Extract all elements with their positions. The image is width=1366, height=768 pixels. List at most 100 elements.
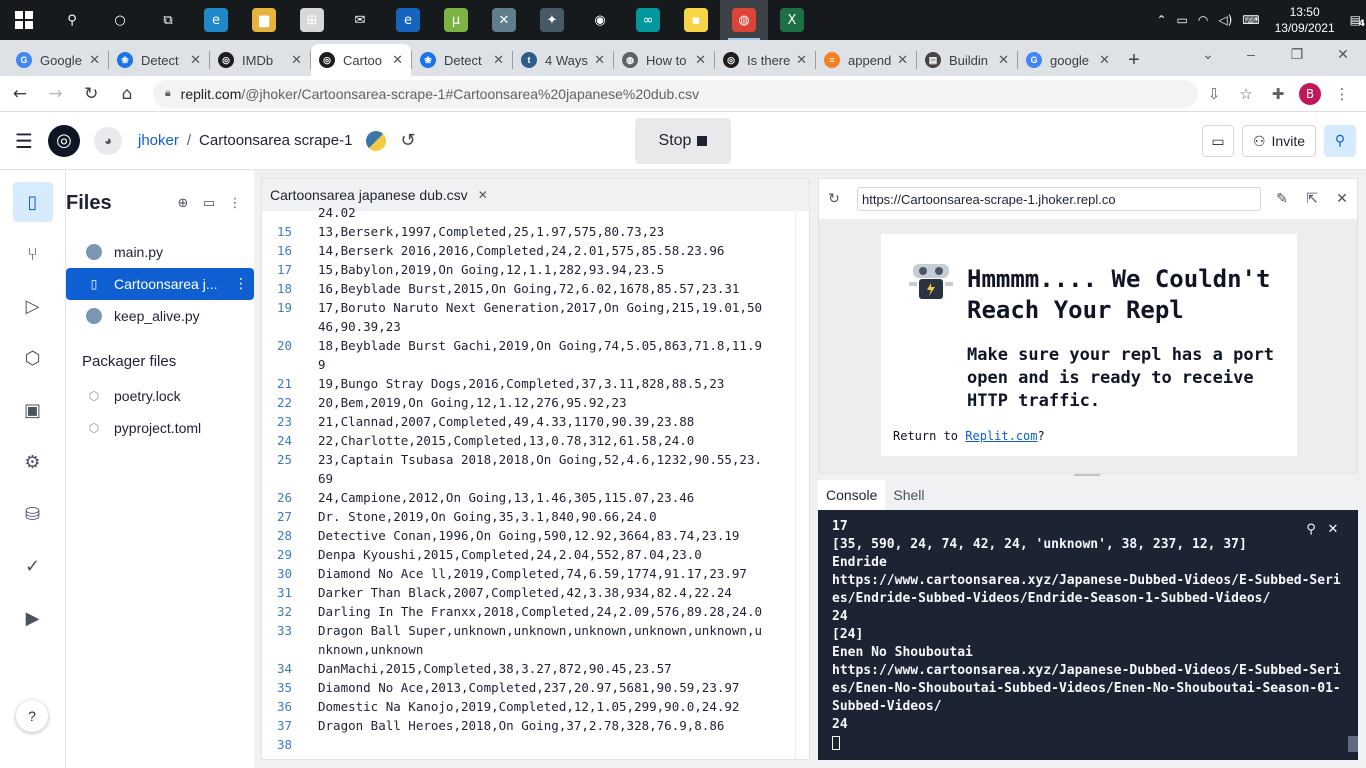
horizontal-resize-handle[interactable] <box>1074 474 1100 476</box>
home-icon[interactable]: ⌂ <box>111 78 143 110</box>
forward-icon[interactable]: → <box>40 78 72 110</box>
volume-icon[interactable]: ◁) <box>1218 13 1232 27</box>
taskbar-app[interactable]: ✉ <box>336 0 384 40</box>
taskbar-app[interactable]: e <box>384 0 432 40</box>
console-scrollbar[interactable] <box>1348 736 1358 752</box>
file-item[interactable]: keep_alive.py <box>66 300 254 332</box>
replit-logo[interactable]: ◎ <box>48 124 80 157</box>
browser-tab[interactable]: ◎ Cartoo ✕ <box>311 44 411 76</box>
console-cursor[interactable] <box>832 736 840 750</box>
taskbar-app[interactable]: ⊞ <box>288 0 336 40</box>
taskbar-app[interactable]: ▪ <box>672 0 720 40</box>
secrets-lock-icon[interactable]: ▣ <box>13 390 53 430</box>
file-options-icon[interactable]: ⋮ <box>234 276 248 292</box>
browser-tab[interactable]: ❀ Detect ✕ <box>412 44 512 76</box>
address-bar[interactable]: 🔒︎ replit.com/@jhoker/Cartoonsarea-scrap… <box>152 79 1199 108</box>
packages-icon[interactable]: ⬡ <box>13 338 53 378</box>
menu-icon[interactable]: ☰ <box>0 129 48 153</box>
keyboard-icon[interactable]: ⌨ <box>1242 13 1259 27</box>
chevron-up-icon[interactable]: ⌃ <box>1156 13 1166 27</box>
back-icon[interactable]: ← <box>4 78 36 110</box>
close-tab-icon[interactable]: ✕ <box>392 52 403 68</box>
debugger-icon[interactable]: ▷ <box>13 286 53 326</box>
windows-start-button[interactable] <box>0 0 48 40</box>
browser-tab[interactable]: ◎ Is there ✕ <box>715 44 815 76</box>
chat-icon[interactable]: ▭ <box>1201 125 1234 157</box>
close-tab-icon[interactable]: ✕ <box>478 188 488 202</box>
new-tab-button[interactable]: + <box>1118 44 1150 76</box>
taskbar-app[interactable]: ○ <box>96 0 144 40</box>
file-item[interactable]: ▯ Cartoonsarea j... ⋮ <box>66 268 254 300</box>
close-tab-icon[interactable]: ✕ <box>1099 52 1110 68</box>
clock[interactable]: 13:50 13/09/2021 <box>1275 4 1335 36</box>
refresh-icon[interactable]: ↻ <box>819 191 849 207</box>
lock-icon[interactable]: 🔒︎ <box>165 87 171 100</box>
edit-pencil-icon[interactable]: ✎ <box>1267 191 1297 207</box>
webview-url-field[interactable]: https://Cartoonsarea-scrape-1.jhoker.rep… <box>857 187 1261 211</box>
replit-home-link[interactable]: Replit.com <box>965 429 1037 443</box>
file-item[interactable]: main.py <box>66 236 254 268</box>
close-tab-icon[interactable]: ✕ <box>594 52 605 68</box>
version-control-icon[interactable]: ⑂ <box>13 234 53 274</box>
browser-tab[interactable]: ◎ IMDb ✕ <box>210 44 310 76</box>
browser-tab[interactable]: ≡ append ✕ <box>816 44 916 76</box>
search-icon[interactable]: ⚲ <box>1324 125 1356 157</box>
settings-gear-icon[interactable]: ⚙ <box>13 442 53 482</box>
taskbar-app[interactable]: ✦ <box>528 0 576 40</box>
notifications-icon[interactable]: ▤ 4 <box>1350 13 1365 29</box>
invite-button[interactable]: ⚇ Invite <box>1241 125 1316 157</box>
maximize-icon[interactable]: ❐ <box>1274 40 1320 68</box>
console-search-icon[interactable]: ⚲ <box>1300 518 1322 540</box>
breadcrumb-user[interactable]: jhoker <box>138 132 179 149</box>
minimize-icon[interactable]: – <box>1228 40 1274 68</box>
panel-resize-handle-right[interactable] <box>812 178 816 760</box>
taskbar-app[interactable]: ◍ <box>720 0 768 40</box>
browser-tab[interactable]: ◍ How to ✕ <box>614 44 714 76</box>
close-tab-icon[interactable]: ✕ <box>89 52 100 68</box>
close-tab-icon[interactable]: ✕ <box>695 52 706 68</box>
editor-scrollbar[interactable] <box>795 211 809 759</box>
taskbar-app[interactable]: X <box>768 0 816 40</box>
extensions-icon[interactable]: ✚ <box>1262 78 1294 110</box>
console-body[interactable]: ⚲ ✕ 17 [35, 590, 24, 74, 42, 24, 'unknow… <box>818 510 1358 760</box>
battery-icon[interactable]: ▭ <box>1177 13 1188 27</box>
close-tab-icon[interactable]: ✕ <box>998 52 1009 68</box>
browser-tab[interactable]: G Google ✕ <box>8 44 108 76</box>
browser-tab[interactable]: ▤ Buildin ✕ <box>917 44 1017 76</box>
clear-console-icon[interactable]: ✕ <box>1322 518 1344 540</box>
files-icon[interactable]: ▯ <box>12 182 53 222</box>
close-tab-icon[interactable]: ✕ <box>493 52 504 68</box>
stop-button[interactable]: Stop <box>635 118 731 164</box>
video-icon[interactable]: ▶ <box>13 598 53 638</box>
tab-search-icon[interactable]: ⌄ <box>1188 40 1228 68</box>
taskbar-app[interactable]: e <box>192 0 240 40</box>
close-tab-icon[interactable]: ✕ <box>190 52 201 68</box>
taskbar-app[interactable]: ✕ <box>480 0 528 40</box>
bookmark-star-icon[interactable]: ☆ <box>1230 78 1262 110</box>
close-webview-icon[interactable]: ✕ <box>1327 191 1357 207</box>
history-icon[interactable]: ↺ <box>400 130 415 151</box>
panel-resize-handle[interactable] <box>256 178 260 760</box>
console-tab-shell[interactable]: Shell <box>885 480 932 510</box>
browser-tab[interactable]: Ggoogle ✕ <box>1018 44 1118 76</box>
new-file-icon[interactable]: ⊕ <box>170 190 196 216</box>
more-options-icon[interactable]: ⋮ <box>222 190 248 216</box>
close-window-icon[interactable]: ✕ <box>1320 40 1366 68</box>
browser-tab[interactable]: ❀ Detect ✕ <box>109 44 209 76</box>
close-tab-icon[interactable]: ✕ <box>291 52 302 68</box>
taskbar-app[interactable]: µ <box>432 0 480 40</box>
taskbar-app[interactable]: ∞ <box>624 0 672 40</box>
breadcrumb-project[interactable]: Cartoonsarea scrape-1 <box>199 132 352 149</box>
open-new-tab-icon[interactable]: ⇱ <box>1297 191 1327 207</box>
new-folder-icon[interactable]: ▭ <box>196 190 222 216</box>
taskbar-app[interactable]: ▆ <box>240 0 288 40</box>
help-button[interactable]: ? <box>16 700 48 732</box>
chrome-menu-icon[interactable]: ⋮ <box>1326 78 1358 110</box>
close-tab-icon[interactable]: ✕ <box>796 52 807 68</box>
install-icon[interactable]: ⇩ <box>1198 78 1230 110</box>
console-tab-console[interactable]: Console <box>818 480 886 510</box>
reload-icon[interactable]: ↻ <box>75 78 107 110</box>
browser-tab[interactable]: t 4 Ways ✕ <box>513 44 613 76</box>
code-area[interactable]: 24.02 15 13,Berserk,1997,Completed,25,1.97… <box>262 203 795 759</box>
taskbar-app[interactable]: ⚲ <box>48 0 96 40</box>
